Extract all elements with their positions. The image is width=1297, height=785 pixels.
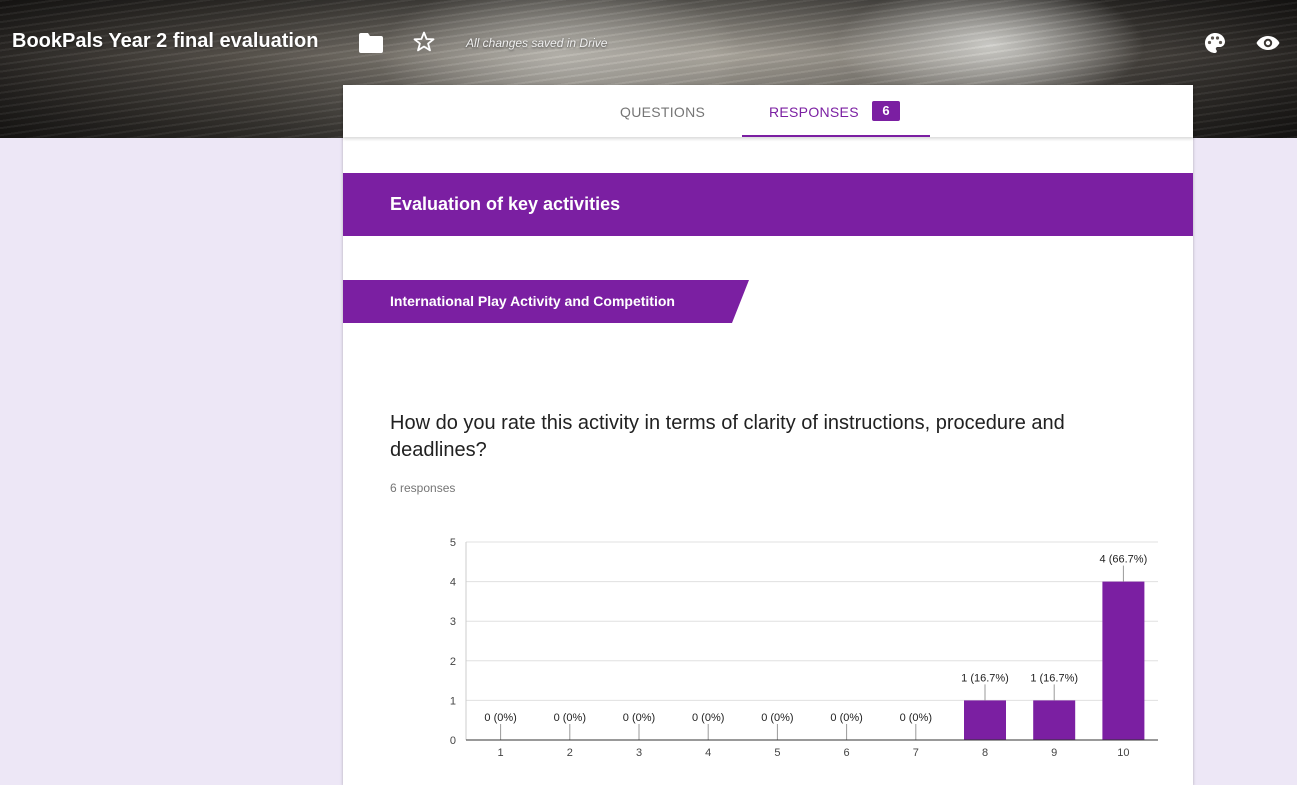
bar-chart: 0 1 2 3 4 5 0 (0%) 1 0 (0%) 2 0 (0%) 3 0 (0%) 4 0 (0%)… — [450, 537, 1158, 759]
y-tick-label: 3 — [450, 616, 456, 628]
x-tick-label: 9 — [1051, 747, 1057, 759]
section-header: Evaluation of key activities — [343, 173, 1193, 236]
form-card: QUESTIONS RESPONSES 6 Evaluation of key … — [343, 85, 1193, 785]
question-title: How do you rate this activity in terms o… — [390, 412, 1065, 461]
y-tick-label: 0 — [450, 735, 456, 747]
x-tick-label: 2 — [567, 747, 573, 759]
subsection-title: International Play Activity and Competit… — [390, 293, 675, 309]
x-tick-label: 3 — [636, 747, 642, 759]
section-title: Evaluation of key activities — [390, 194, 621, 214]
data-label: 0 (0%) — [484, 712, 516, 724]
data-label: 0 (0%) — [761, 712, 793, 724]
responses-count-badge: 6 — [872, 101, 900, 121]
form-title[interactable]: BookPals Year 2 final evaluation — [12, 30, 318, 53]
x-tick-label: 10 — [1117, 747, 1129, 759]
data-label: 0 (0%) — [900, 712, 932, 724]
data-label: 0 (0%) — [830, 712, 862, 724]
subsection-tag: International Play Activity and Competit… — [343, 280, 749, 323]
y-tick-label: 1 — [450, 695, 456, 707]
bar — [1102, 581, 1145, 740]
bar — [1033, 700, 1076, 740]
eye-icon[interactable] — [1255, 31, 1281, 55]
y-tick-label: 4 — [450, 577, 456, 589]
responses-count: 6 responses — [390, 481, 456, 495]
tab-responses-label: RESPONSES — [769, 104, 859, 120]
folder-icon[interactable] — [359, 33, 383, 53]
x-tick-label: 8 — [982, 747, 988, 759]
x-tick-label: 5 — [774, 747, 780, 759]
y-tick-label: 5 — [450, 537, 456, 549]
save-status: All changes saved in Drive — [466, 36, 608, 50]
palette-icon[interactable] — [1203, 31, 1227, 55]
data-label: 4 (66.7%) — [1100, 554, 1148, 566]
x-tick-label: 4 — [705, 747, 711, 759]
x-tick-label: 7 — [913, 747, 919, 759]
active-tab-indicator — [742, 135, 930, 137]
data-label: 0 (0%) — [692, 712, 724, 724]
data-label: 1 (16.7%) — [1030, 672, 1078, 684]
x-tick-label: 1 — [498, 747, 504, 759]
data-label: 0 (0%) — [623, 712, 655, 724]
tab-questions[interactable]: QUESTIONS — [620, 104, 705, 120]
data-label: 1 (16.7%) — [961, 672, 1009, 684]
y-tick-label: 2 — [450, 656, 456, 668]
star-icon[interactable] — [412, 30, 436, 54]
tab-responses[interactable]: RESPONSES 6 — [742, 85, 930, 137]
data-label: 0 (0%) — [554, 712, 586, 724]
tab-bar: QUESTIONS RESPONSES 6 — [343, 85, 1193, 137]
x-tick-label: 6 — [844, 747, 850, 759]
bar — [964, 700, 1006, 740]
